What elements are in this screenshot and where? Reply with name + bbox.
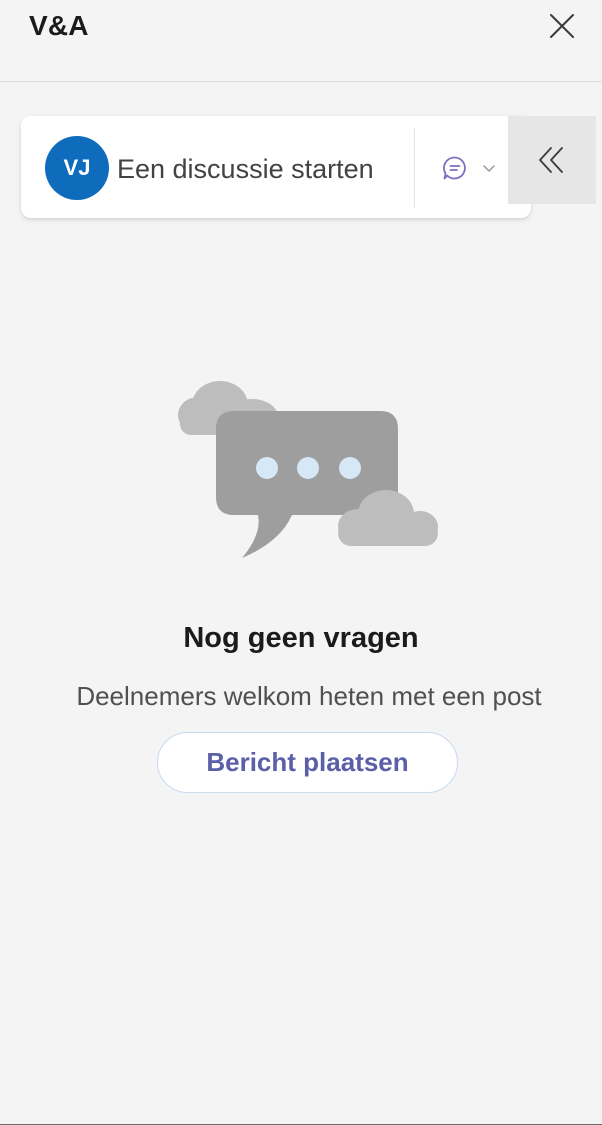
empty-state-title: Nog geen vragen xyxy=(183,622,419,654)
panel-title: V&A xyxy=(29,10,89,41)
close-icon xyxy=(550,14,574,38)
close-button[interactable] xyxy=(544,8,580,44)
double-chevron-left-icon xyxy=(539,147,563,173)
start-discussion-input[interactable]: Een discussie starten xyxy=(117,154,374,185)
panel-header: V&A xyxy=(0,0,602,82)
post-message-button[interactable]: Bericht plaatsen xyxy=(157,732,458,793)
empty-state-subtitle: Deelnemers welkom heten met een post xyxy=(76,681,542,711)
collapse-panel-button[interactable] xyxy=(508,116,596,204)
chevron-down-icon xyxy=(483,165,495,172)
avatar: VJ xyxy=(45,136,109,200)
composer-divider xyxy=(414,128,415,208)
post-type-dropdown[interactable] xyxy=(441,152,497,184)
chat-bubble-icon xyxy=(443,156,466,180)
discussion-composer: VJ Een discussie starten xyxy=(21,116,531,218)
qa-panel: V&A VJ Een discussie starten Nog geen vr… xyxy=(0,0,602,1125)
empty-state-illustration xyxy=(178,381,438,558)
